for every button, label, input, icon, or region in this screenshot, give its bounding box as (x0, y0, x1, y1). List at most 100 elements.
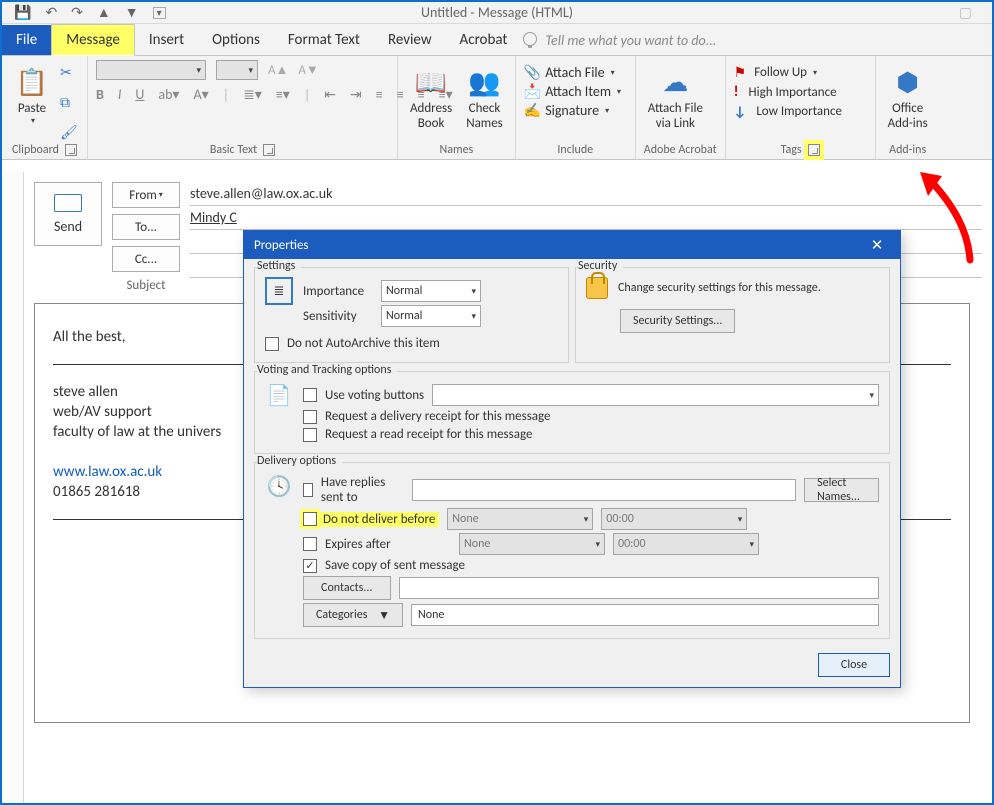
have-replies-checkbox[interactable] (303, 483, 313, 497)
tab-insert[interactable]: Insert (135, 25, 198, 55)
subject-label: Subject (112, 278, 180, 293)
bold-button[interactable]: B (96, 86, 104, 103)
expires-time-select[interactable]: 00:00▾ (613, 533, 759, 555)
importance-select[interactable]: Normal▾ (381, 280, 481, 302)
high-importance-button[interactable]: !High Importance (734, 83, 837, 101)
categories-value[interactable]: None (411, 604, 879, 626)
high-importance-icon: ! (734, 83, 739, 101)
paste-button[interactable]: 📋 Paste▾ (10, 60, 54, 128)
voting-buttons-select[interactable]: ▾ (432, 384, 879, 406)
read-receipt-checkbox[interactable] (303, 428, 317, 442)
have-replies-input[interactable] (412, 479, 796, 501)
follow-up-button[interactable]: ⚑Follow Up▾ (734, 64, 817, 81)
security-text: Change security settings for this messag… (618, 281, 821, 295)
low-importance-button[interactable]: ↓Low Importance (734, 103, 842, 120)
attach-item-button[interactable]: 📩Attach Item▾ (524, 83, 621, 100)
basic-text-launcher[interactable] (263, 144, 275, 156)
contacts-button[interactable]: Contacts... (303, 576, 391, 600)
from-button[interactable]: From▾ (112, 182, 180, 208)
to-field[interactable]: Mindy C (190, 206, 982, 230)
attach-item-icon: 📩 (524, 83, 541, 100)
tab-options[interactable]: Options (198, 25, 274, 55)
categories-button[interactable]: Categories▼ (303, 603, 403, 627)
contacts-input[interactable] (399, 577, 879, 599)
increase-font-icon[interactable]: A▲ (268, 62, 288, 78)
settings-icon: ≣ (265, 277, 293, 305)
tab-message[interactable]: Message (51, 24, 135, 56)
font-color-button[interactable]: A▾ (193, 86, 208, 103)
voting-fieldset: Voting and Tracking options 📄 Use voting… (254, 371, 890, 454)
group-basic-text: ▾ ▾ A▲ A▼ B I U ab▾ A▾ | ≣▾ ≡▾ | ⇤ ⇥ (88, 56, 398, 159)
save-copy-checkbox[interactable]: ✓ (303, 559, 317, 573)
voting-label: Use voting buttons (325, 388, 424, 403)
dialog-title: Properties (254, 238, 309, 253)
copy-icon[interactable]: ⧉ (60, 94, 78, 111)
title-bar: 💾 ↶ ↷ ▲ ▼ ▾ Untitled - Message (HTML) ▢ (2, 2, 992, 24)
security-settings-button[interactable]: Security Settings... (620, 309, 735, 333)
group-addins: ⬢ Office Add-ins Add-ins (876, 56, 940, 159)
office-addins-button[interactable]: ⬢ Office Add-ins (884, 60, 932, 133)
window-control-icon[interactable]: ▢ (959, 4, 972, 21)
address-book-icon: 📖 (413, 64, 449, 100)
no-deliver-time-select[interactable]: 00:00▾ (601, 508, 747, 530)
close-button[interactable]: Close (818, 653, 890, 677)
delivery-fieldset: Delivery options 🕓 Have replies sent to … (254, 462, 890, 639)
low-importance-icon: ↓ (734, 103, 747, 120)
ribbon: 📋 Paste▾ ✂ ⧉ 🖌 Clipboard ▾ ▾ A▲ A▼ (2, 56, 992, 160)
cut-icon[interactable]: ✂ (60, 64, 78, 81)
highlight-button[interactable]: ab▾ (158, 86, 179, 103)
check-names-button[interactable]: 👥 Check Names (462, 60, 507, 133)
body-link[interactable]: www.law.ox.ac.uk (53, 463, 162, 481)
clipboard-launcher[interactable] (65, 144, 77, 156)
dialog-title-bar[interactable]: Properties ✕ (244, 231, 900, 259)
tags-launcher[interactable] (808, 144, 820, 156)
from-field[interactable]: steve.allen@law.ox.ac.uk (190, 182, 982, 206)
delivery-receipt-checkbox[interactable] (303, 410, 317, 424)
bullets-button[interactable]: ≣▾ (243, 86, 262, 103)
underline-button[interactable]: U (135, 86, 144, 103)
voting-checkbox[interactable] (303, 388, 317, 402)
addins-icon: ⬢ (890, 64, 926, 100)
select-names-button[interactable]: Select Names... (804, 478, 879, 502)
bulb-icon (523, 32, 537, 46)
sensitivity-select[interactable]: Normal▾ (381, 305, 481, 327)
no-deliver-date-select[interactable]: None▾ (447, 508, 593, 530)
autoarchive-checkbox[interactable] (265, 337, 279, 351)
read-receipt-label: Request a read receipt for this message (325, 427, 532, 442)
format-painter-icon[interactable]: 🖌 (60, 124, 78, 141)
have-replies-label: Have replies sent to (321, 475, 404, 505)
decrease-font-icon[interactable]: A▼ (298, 62, 318, 78)
tab-format-text[interactable]: Format Text (274, 25, 374, 55)
outdent-button[interactable]: ⇤ (324, 86, 336, 103)
attach-file-button[interactable]: 📎Attach File▾ (524, 64, 615, 81)
address-book-button[interactable]: 📖 Address Book (406, 60, 456, 133)
group-adobe: ☁ Attach File via Link Adobe Acrobat (636, 56, 726, 159)
tab-acrobat[interactable]: Acrobat (446, 25, 522, 55)
do-not-deliver-checkbox[interactable] (303, 512, 317, 526)
group-tags: ⚑Follow Up▾ !High Importance ↓Low Import… (726, 56, 876, 159)
send-icon (54, 194, 82, 212)
signature-button[interactable]: ✍Signature▾ (524, 102, 609, 119)
attach-file-via-link-button[interactable]: ☁ Attach File via Link (644, 60, 707, 133)
left-rail (2, 172, 24, 803)
ribbon-tabs: File Message Insert Options Format Text … (2, 24, 992, 56)
close-icon[interactable]: ✕ (862, 234, 892, 256)
numbering-button[interactable]: ≡▾ (276, 86, 290, 103)
sensitivity-label: Sensitivity (303, 309, 373, 324)
font-size-selector[interactable]: ▾ (216, 60, 258, 80)
italic-button[interactable]: I (118, 86, 122, 103)
font-selector[interactable]: ▾ (96, 60, 206, 80)
expires-date-select[interactable]: None▾ (459, 533, 605, 555)
to-button[interactable]: To... (112, 214, 180, 240)
paperclip-icon: 📎 (524, 64, 541, 81)
indent-button[interactable]: ⇥ (350, 86, 362, 103)
expires-checkbox[interactable] (303, 537, 317, 551)
send-button[interactable]: Send (34, 182, 102, 246)
align-left-icon[interactable]: ≡ (376, 86, 383, 103)
tell-me-search[interactable]: Tell me what you want to do... (521, 26, 730, 55)
tab-file[interactable]: File (2, 25, 51, 55)
properties-dialog: Properties ✕ Settings ≣ Importance Norma… (243, 230, 901, 688)
cc-button[interactable]: Cc... (112, 246, 180, 272)
tab-review[interactable]: Review (374, 25, 446, 55)
delivery-icon: 🕓 (265, 472, 293, 500)
